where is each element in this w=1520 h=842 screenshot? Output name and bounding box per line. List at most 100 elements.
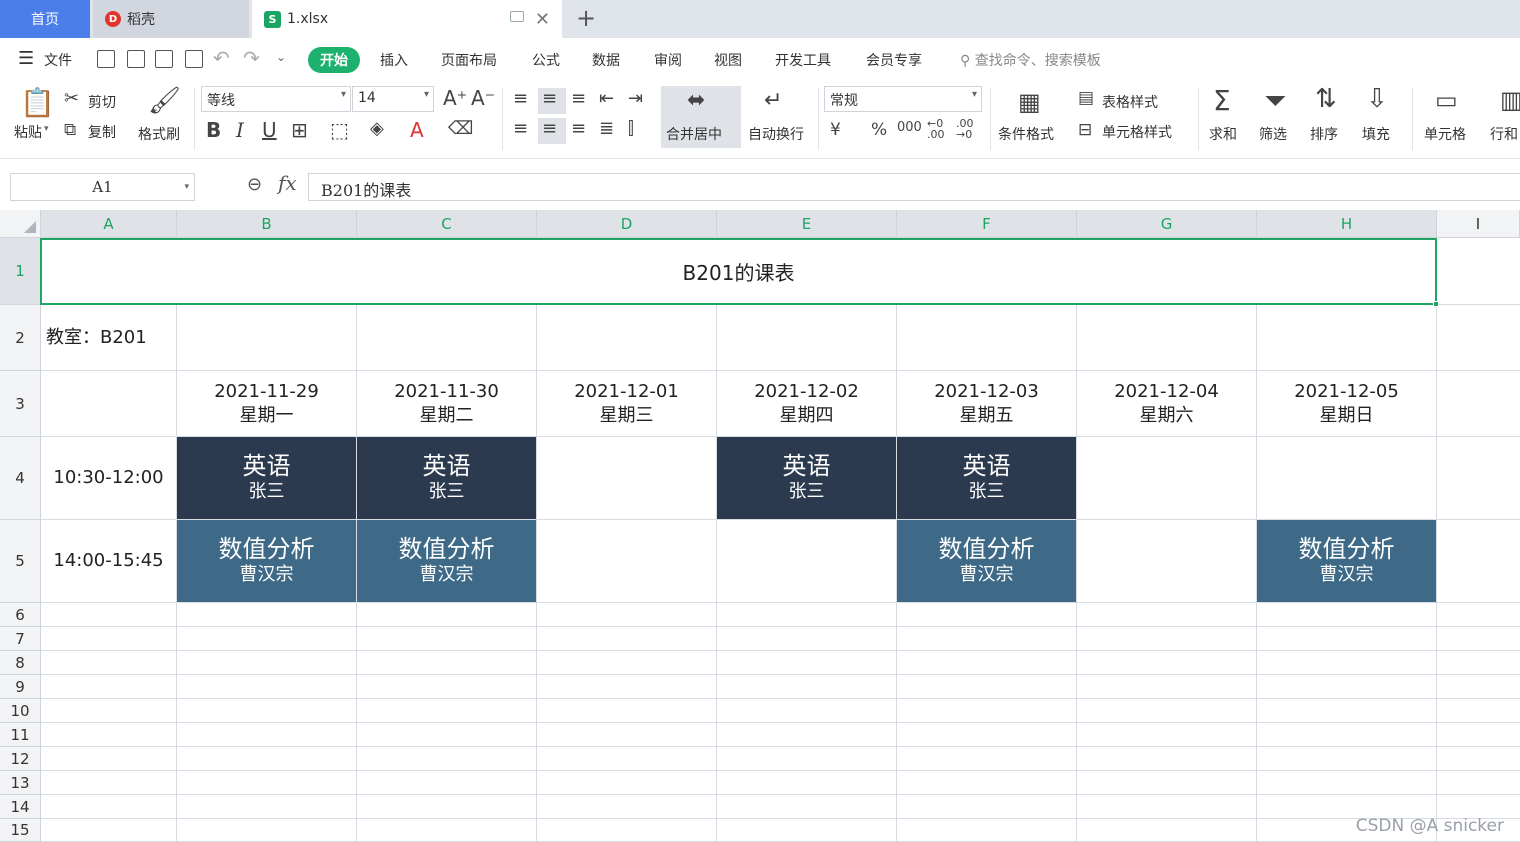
rowcol-button[interactable]: 行和 [1490,124,1518,144]
column-header-g[interactable]: G [1077,210,1257,238]
tab-home[interactable]: 首页 [0,0,90,38]
date-header-cell[interactable]: 2021-12-01 星期三 [537,371,716,436]
border-icon[interactable]: ⊞ [291,118,308,142]
row-header-7[interactable]: 7 [0,627,41,651]
row-header-3[interactable]: 3 [0,371,41,437]
fill-color-icon[interactable]: ◈ [370,118,384,139]
filter-button[interactable]: 筛选 [1259,124,1287,144]
paste-icon[interactable]: 📋 [20,86,55,119]
currency-icon[interactable]: ¥ [830,120,841,140]
align-middle-icon[interactable]: ≡ [542,88,557,109]
row-header-1[interactable]: 1 [0,238,41,305]
redo-icon[interactable]: ↷ [243,46,260,70]
paste-button[interactable]: 粘贴 [14,122,42,142]
search-box[interactable]: ⚲ 查找命令、搜索模板 [960,50,1101,70]
fill-button[interactable]: 填充 [1362,124,1390,144]
menu-data[interactable]: 数据 [592,50,620,70]
print-icon[interactable] [155,50,173,68]
column-header-e[interactable]: E [717,210,897,238]
font-name-select[interactable]: 等线 ▾ [201,86,351,112]
align-left-icon[interactable]: ≡ [513,118,528,139]
paste-dropdown-icon[interactable]: ▾ [44,124,49,134]
sum-button[interactable]: 求和 [1209,124,1237,144]
row-header-15[interactable]: 15 [0,819,41,842]
tab-daoke[interactable]: D 稻壳 [93,0,249,38]
menu-insert[interactable]: 插入 [380,50,408,70]
cell-style-button[interactable]: 单元格样式 [1102,122,1172,142]
time-slot-cell[interactable]: 10:30-12:00 [41,437,176,519]
date-header-cell[interactable]: 2021-11-29 星期一 [177,371,356,436]
menu-review[interactable]: 审阅 [654,50,682,70]
column-header-c[interactable]: C [357,210,537,238]
decrease-decimal-icon[interactable]: .00 →0 [956,118,974,140]
course-cell[interactable]: 数值分析 曹汉宗 [897,520,1076,602]
date-header-cell[interactable]: 2021-12-05 星期日 [1257,371,1436,436]
font-color-icon[interactable]: A [410,118,424,142]
date-header-cell[interactable]: 2021-12-02 星期四 [717,371,896,436]
merge-center-button[interactable]: 合并居中 [666,124,722,144]
course-cell[interactable]: 英语 张三 [357,437,536,519]
increase-indent-icon[interactable]: ⇥ [628,88,643,109]
course-cell[interactable]: 英语 张三 [177,437,356,519]
underline-icon[interactable]: U [262,118,277,142]
table-style-button[interactable]: 表格样式 [1102,92,1158,112]
classroom-cell[interactable]: 教室：B201 [41,305,541,371]
conditional-format-button[interactable]: 条件格式 [998,124,1054,144]
decrease-font-icon[interactable]: A⁻ [471,86,495,110]
undo-icon[interactable]: ↶ [213,46,230,70]
row-header-2[interactable]: 2 [0,305,41,371]
column-header-a[interactable]: A [41,210,177,238]
align-center-icon[interactable]: ≡ [542,118,557,139]
row-header-10[interactable]: 10 [0,699,41,723]
align-bottom-icon[interactable]: ≡ [571,88,586,109]
course-cell[interactable]: 数值分析 曹汉宗 [177,520,356,602]
justify-icon[interactable]: ≣ [599,118,614,139]
course-cell[interactable]: 英语 张三 [717,437,896,519]
formula-input[interactable]: B201的课表 [308,173,1520,201]
copy-button[interactable]: 复制 [88,122,116,142]
eraser-icon[interactable]: ⌫ [448,118,473,139]
zoom-icon[interactable]: ⊖ [247,174,262,195]
row-header-12[interactable]: 12 [0,747,41,771]
menu-page-layout[interactable]: 页面布局 [441,50,497,70]
course-cell[interactable]: 英语 张三 [897,437,1076,519]
row-header-5[interactable]: 5 [0,520,41,603]
course-cell[interactable]: 数值分析 曹汉宗 [1257,520,1436,602]
column-header-b[interactable]: B [177,210,357,238]
row-header-13[interactable]: 13 [0,771,41,795]
date-header-cell[interactable]: 2021-12-04 星期六 [1077,371,1256,436]
chevron-down-icon[interactable]: ⌄ [276,50,286,64]
row-header-9[interactable]: 9 [0,675,41,699]
thousands-icon[interactable]: 000 [897,120,922,135]
wrap-text-button[interactable]: 自动换行 [748,124,804,144]
title-cell[interactable]: B201的课表 [40,238,1437,305]
menu-file[interactable]: 文件 [44,50,72,70]
export-icon[interactable] [127,50,145,68]
menu-formulas[interactable]: 公式 [532,50,560,70]
column-header-h[interactable]: H [1257,210,1437,238]
row-header-8[interactable]: 8 [0,651,41,675]
name-box[interactable]: A1 ▾ [10,173,195,201]
format-painter-button[interactable]: 格式刷 [138,124,180,144]
distributed-icon[interactable]: ⫿ [628,118,634,139]
italic-icon[interactable]: I [236,118,244,142]
time-slot-cell[interactable]: 14:00-15:45 [41,520,176,602]
row-header-6[interactable]: 6 [0,603,41,627]
select-all-corner[interactable] [0,210,41,238]
increase-decimal-icon[interactable]: ←0.00 [927,118,945,140]
date-header-cell[interactable]: 2021-11-30 星期二 [357,371,536,436]
align-right-icon[interactable]: ≡ [571,118,586,139]
sort-button[interactable]: 排序 [1310,124,1338,144]
column-header-d[interactable]: D [537,210,717,238]
date-header-cell[interactable]: 2021-12-03 星期五 [897,371,1076,436]
cell-button[interactable]: 单元格 [1424,124,1466,144]
add-tab-icon[interactable]: + [576,4,596,32]
print-preview-icon[interactable] [185,50,203,68]
column-header-f[interactable]: F [897,210,1077,238]
float-window-icon[interactable] [510,11,524,22]
font-size-select[interactable]: 14 ▾ [352,86,434,112]
hamburger-icon[interactable]: ☰ [18,48,34,69]
row-header-14[interactable]: 14 [0,795,41,819]
menu-start[interactable]: 开始 [308,47,360,73]
bold-icon[interactable]: B [206,118,221,142]
